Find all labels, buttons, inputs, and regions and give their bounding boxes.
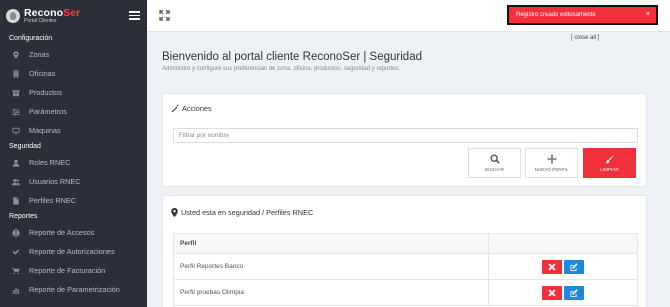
profiles-table: Perfil Perfil Reportes Banco Perfil prue… [173,233,638,306]
sidebar-item-reporte-accesos[interactable]: Reporte de Accesos [0,223,147,242]
sidebar-item-productos[interactable]: Productos [0,83,147,102]
sidebar-item-label: Reporte de Facturación [29,266,106,275]
sidebar-item-label: Parámetros [29,107,67,116]
delete-button[interactable] [542,259,562,274]
box-icon [11,88,21,98]
edit-button[interactable] [564,285,584,300]
logo-bar: ReconoSer Portal Clientes [0,0,147,32]
toast-close-icon[interactable]: × [646,11,650,18]
sidebar-item-label: Perfiles RNEC [29,196,77,205]
table-row: Perfil Reportes Banco [173,253,638,280]
table-header-row: Perfil [173,233,638,254]
brand-name-part2: Ser [63,6,81,19]
profile-name-cell: Perfil Reportes Banco [173,253,489,280]
search-button-label: BUSCAR [484,167,505,172]
profiles-panel: Usted esta en seguridad / Perfiles RNEC … [162,195,647,307]
breadcrumb-text: Usted esta en seguridad / Perfiles RNEC [181,208,314,217]
success-toast[interactable]: Registro creado exitosamente × [507,5,658,25]
profile-name-cell: Perfil pruebas Olimpia [173,279,489,306]
sidebar-item-label: Usuarios RNEC [29,177,81,186]
brand-subtitle: Portal Clientes [24,18,57,25]
sidebar-item-label: Reporte de Parametrización [29,285,120,294]
sidebar-item-reporte-facturacion[interactable]: Reporte de Facturación [0,261,147,280]
sidebar-item-label: Zonas [29,50,50,59]
map-marker-icon [11,50,21,60]
breadcrumb: Usted esta en seguridad / Perfiles RNEC [171,208,313,217]
sidebar-item-roles-rnec[interactable]: Roles RNEC [0,153,147,172]
row-actions-cell [488,253,638,280]
building-icon [11,69,21,79]
paint-brush-icon [605,154,614,164]
sidebar-item-zonas[interactable]: Zonas [0,45,147,64]
check-icon [11,247,21,257]
globe-icon [11,228,21,238]
sidebar-item-parametros[interactable]: Parámetros [0,102,147,121]
edit-icon [570,288,578,297]
brand-name-part1: Recono [24,6,64,19]
sidebar-item-usuarios-rnec[interactable]: Usuarios RNEC [0,172,147,191]
sidebar-item-oficinas[interactable]: Oficinas [0,64,147,83]
clear-button[interactable]: LIMPIAR [583,148,636,178]
cart-icon [11,266,21,276]
section-title-reportes: Reportes [9,213,38,220]
close-icon [548,288,556,297]
sidebar-item-reporte-parametrizacion[interactable]: Reporte de Parametrización [0,280,147,299]
page-subtitle: Administre y configure sus preferencias … [162,66,401,72]
row-actions-cell [488,279,638,306]
actions-panel-title: Acciones [182,104,212,113]
close-icon [548,262,556,271]
column-header-perfil: Perfil [173,233,489,254]
sidebar-item-label: Productos [29,88,62,97]
sidebar-item-label: Roles RNEC [29,158,71,167]
desktop-icon [11,126,21,136]
section-title-seguridad: Seguridad [9,143,41,150]
clear-button-label: LIMPIAR [600,167,619,172]
fullscreen-expand-icon[interactable] [159,10,170,21]
toast-message: Registro creado exitosamente [516,12,596,18]
sidebar-item-reporte-autorizaciones[interactable]: Reporte de Autorizaciones [0,242,147,261]
sliders-icon [11,107,21,117]
new-profile-button-label: NUEVO PERFIL [534,167,569,172]
section-title-configuracion: Configuración [9,35,53,42]
close-all-toasts-link[interactable]: [ close all ] [571,35,599,41]
edit-button[interactable] [564,259,584,274]
edit-icon [570,262,578,271]
actions-panel: Acciones BUSCAR NUEVO PERFIL LIMPIAR [162,93,647,187]
chart-icon [11,285,21,295]
sidebar-item-perfiles-rnec[interactable]: Perfiles RNEC [0,191,147,210]
map-marker-icon [171,208,178,217]
search-icon [489,154,500,164]
delete-button[interactable] [542,285,562,300]
magic-wand-icon [171,104,179,113]
sidebar-item-label: Reporte de Accesos [29,228,95,237]
file-icon [11,196,21,206]
menu-toggle-icon[interactable] [129,11,140,20]
actions-panel-header: Acciones [171,104,212,113]
sidebar-item-maquinas[interactable]: Máquinas [0,121,147,140]
user-icon [11,158,21,168]
sidebar-item-label: Oficinas [29,69,56,78]
users-icon [11,177,21,187]
sidebar: ReconoSer Portal Clientes Configuración … [0,0,147,307]
table-row: Perfil pruebas Olimpia [173,279,638,306]
brand-logo[interactable]: ReconoSer Portal Clientes [24,8,80,25]
column-header-actions [488,233,638,254]
page-title: Bienvenido al portal cliente ReconoSer |… [162,51,422,63]
plus-icon [547,154,556,164]
brand-logo-icon [6,9,20,23]
sidebar-item-label: Máquinas [29,126,61,135]
filter-name-input[interactable] [173,128,638,143]
search-button[interactable]: BUSCAR [468,148,521,178]
sidebar-item-label: Reporte de Autorizaciones [29,247,115,256]
new-profile-button[interactable]: NUEVO PERFIL [525,148,578,178]
